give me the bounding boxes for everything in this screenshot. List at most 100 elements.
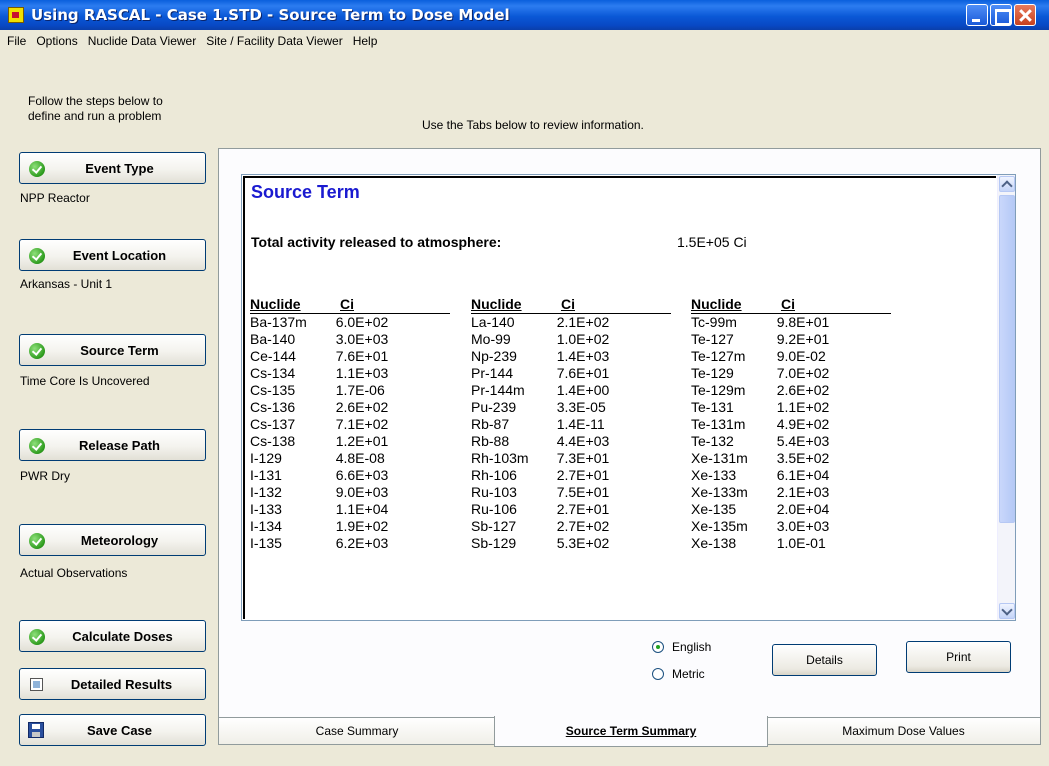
table-row: Xe-135 2.0E+04 bbox=[691, 501, 891, 518]
nuclide-activity: 1.9E+02 bbox=[335, 518, 389, 534]
table-row: Cs-136 2.6E+02 bbox=[250, 399, 450, 416]
menu-site-facility-data-viewer[interactable]: Site / Facility Data Viewer bbox=[201, 32, 348, 50]
table-row: Rb-87 1.4E-11 bbox=[471, 416, 671, 433]
nuclide-activity: 4.8E-08 bbox=[335, 450, 385, 466]
nuclide-activity: 2.1E+03 bbox=[776, 484, 830, 500]
nuclide-activity: 6.0E+02 bbox=[335, 314, 389, 330]
details-button[interactable]: Details bbox=[772, 644, 877, 676]
table-row: Ba-140 3.0E+03 bbox=[250, 331, 450, 348]
vertical-scrollbar[interactable] bbox=[997, 175, 1015, 620]
tab-maximum-dose-values[interactable]: Maximum Dose Values bbox=[766, 718, 1041, 745]
nuclide-rows: La-140 2.1E+02 Mo-99 1.0E+02 Np-239 1.4E+03 Pr… bbox=[471, 313, 671, 552]
table-row: Cs-135 1.7E-06 bbox=[250, 382, 450, 399]
maximize-icon[interactable] bbox=[990, 4, 1012, 26]
nuclide-name: Tc-99m bbox=[691, 314, 737, 330]
nuclide-activity: 1.4E+00 bbox=[556, 382, 610, 398]
nuclide-activity: 6.2E+03 bbox=[335, 535, 389, 551]
source-term-value: Time Core Is Uncovered bbox=[20, 374, 150, 388]
meteorology-button[interactable]: Meteorology bbox=[19, 524, 206, 556]
event-type-value: NPP Reactor bbox=[20, 191, 90, 205]
nuclide-name: Xe-133 bbox=[691, 467, 737, 483]
nuclide-activity: 1.4E+03 bbox=[556, 348, 610, 364]
table-row: Te-127m 9.0E-02 bbox=[691, 348, 891, 365]
release-path-value: PWR Dry bbox=[20, 469, 70, 483]
nuclide-name: Rb-87 bbox=[471, 416, 510, 432]
total-activity-value: 1.5E+05 Ci bbox=[677, 234, 747, 250]
save-case-label: Save Case bbox=[86, 722, 153, 738]
nuclide-activity: 6.1E+04 bbox=[776, 467, 830, 483]
table-row: Te-132 5.4E+03 bbox=[691, 433, 891, 450]
metric-radio[interactable] bbox=[652, 668, 664, 680]
event-location-button[interactable]: Event Location bbox=[19, 239, 206, 271]
table-row: Xe-135m 3.0E+03 bbox=[691, 518, 891, 535]
table-row: Sb-129 5.3E+02 bbox=[471, 535, 671, 552]
nuclide-name: Te-131m bbox=[691, 416, 746, 432]
calculate-doses-button[interactable]: Calculate Doses bbox=[19, 620, 206, 652]
table-row: Te-129m 2.6E+02 bbox=[691, 382, 891, 399]
english-label: English bbox=[672, 640, 712, 654]
english-radio[interactable] bbox=[652, 641, 664, 653]
source-term-button[interactable]: Source Term bbox=[19, 334, 206, 366]
nuclide-activity: 1.0E-01 bbox=[776, 535, 826, 551]
table-row: Mo-99 1.0E+02 bbox=[471, 331, 671, 348]
title-bar[interactable]: Using RASCAL - Case 1.STD - Source Term … bbox=[0, 0, 1049, 30]
nuclide-activity: 7.6E+01 bbox=[556, 365, 610, 381]
metric-option[interactable]: Metric bbox=[652, 667, 705, 681]
tab-source-term-summary[interactable]: Source Term Summary bbox=[494, 716, 768, 747]
nuclide-name: Te-132 bbox=[691, 433, 734, 449]
nuclide-activity: 7.3E+01 bbox=[556, 450, 610, 466]
table-row: Ru-106 2.7E+01 bbox=[471, 501, 671, 518]
save-case-button[interactable]: Save Case bbox=[19, 714, 206, 746]
minimize-icon[interactable] bbox=[966, 4, 988, 26]
menu-options[interactable]: Options bbox=[31, 32, 82, 50]
nuclide-name: I-135 bbox=[250, 535, 282, 551]
print-button[interactable]: Print bbox=[906, 641, 1011, 673]
nuclide-activity: 5.4E+03 bbox=[776, 433, 830, 449]
ci-header: Ci bbox=[781, 296, 795, 312]
nuclide-name: Xe-135m bbox=[691, 518, 748, 534]
meteorology-value: Actual Observations bbox=[20, 566, 128, 580]
nuclide-activity: 1.1E+03 bbox=[335, 365, 389, 381]
table-row: Pu-239 3.3E-05 bbox=[471, 399, 671, 416]
tab-case-summary[interactable]: Case Summary bbox=[218, 718, 496, 745]
scroll-thumb[interactable] bbox=[999, 195, 1015, 523]
nuclide-name: Cs-136 bbox=[250, 399, 296, 415]
metric-label: Metric bbox=[672, 667, 705, 681]
menu-help[interactable]: Help bbox=[348, 32, 383, 50]
nuclide-name: Ba-137m bbox=[250, 314, 307, 330]
nuclide-header: Nuclide bbox=[471, 296, 522, 312]
nuclide-activity: 4.9E+02 bbox=[776, 416, 830, 432]
release-path-button[interactable]: Release Path bbox=[19, 429, 206, 461]
english-option[interactable]: English bbox=[652, 640, 711, 654]
menu-file[interactable]: File bbox=[2, 32, 31, 50]
nuclide-activity: 9.0E+03 bbox=[335, 484, 389, 500]
nuclide-activity: 6.6E+03 bbox=[335, 467, 389, 483]
detailed-results-button[interactable]: Detailed Results bbox=[19, 668, 206, 700]
nuclide-activity: 1.1E+04 bbox=[335, 501, 389, 517]
nuclide-activity: 4.4E+03 bbox=[556, 433, 610, 449]
table-row: Te-131 1.1E+02 bbox=[691, 399, 891, 416]
nuclide-activity: 1.7E-06 bbox=[335, 382, 385, 398]
calculate-doses-label: Calculate Doses bbox=[72, 628, 173, 644]
table-row: Rb-88 4.4E+03 bbox=[471, 433, 671, 450]
nuclide-name: Rb-88 bbox=[471, 433, 510, 449]
nuclide-activity: 2.1E+02 bbox=[556, 314, 610, 330]
event-type-button[interactable]: Event Type bbox=[19, 152, 206, 184]
scroll-down-icon[interactable] bbox=[999, 603, 1015, 619]
table-row: Tc-99m 9.8E+01 bbox=[691, 314, 891, 331]
source-term-report[interactable]: Source Term Total activity released to a… bbox=[241, 174, 1016, 621]
nuclide-activity: 2.7E+02 bbox=[556, 518, 610, 534]
menu-nuclide-data-viewer[interactable]: Nuclide Data Viewer bbox=[83, 32, 202, 50]
table-row: Cs-138 1.2E+01 bbox=[250, 433, 450, 450]
nuclide-activity: 3.5E+02 bbox=[776, 450, 830, 466]
table-row: Pr-144m 1.4E+00 bbox=[471, 382, 671, 399]
nuclide-column-3: Nuclide Ci Tc-99m 9.8E+01 Te-127 9.2E+01 Te-… bbox=[691, 296, 901, 552]
nuclide-activity: 2.0E+04 bbox=[776, 501, 830, 517]
nuclide-name: Mo-99 bbox=[471, 331, 511, 347]
scroll-up-icon[interactable] bbox=[999, 176, 1015, 192]
table-row: Ru-103 7.5E+01 bbox=[471, 484, 671, 501]
nuclide-activity: 3.0E+03 bbox=[776, 518, 830, 534]
nuclide-activity: 7.5E+01 bbox=[556, 484, 610, 500]
close-icon[interactable] bbox=[1014, 4, 1036, 26]
table-row: Xe-133 6.1E+04 bbox=[691, 467, 891, 484]
